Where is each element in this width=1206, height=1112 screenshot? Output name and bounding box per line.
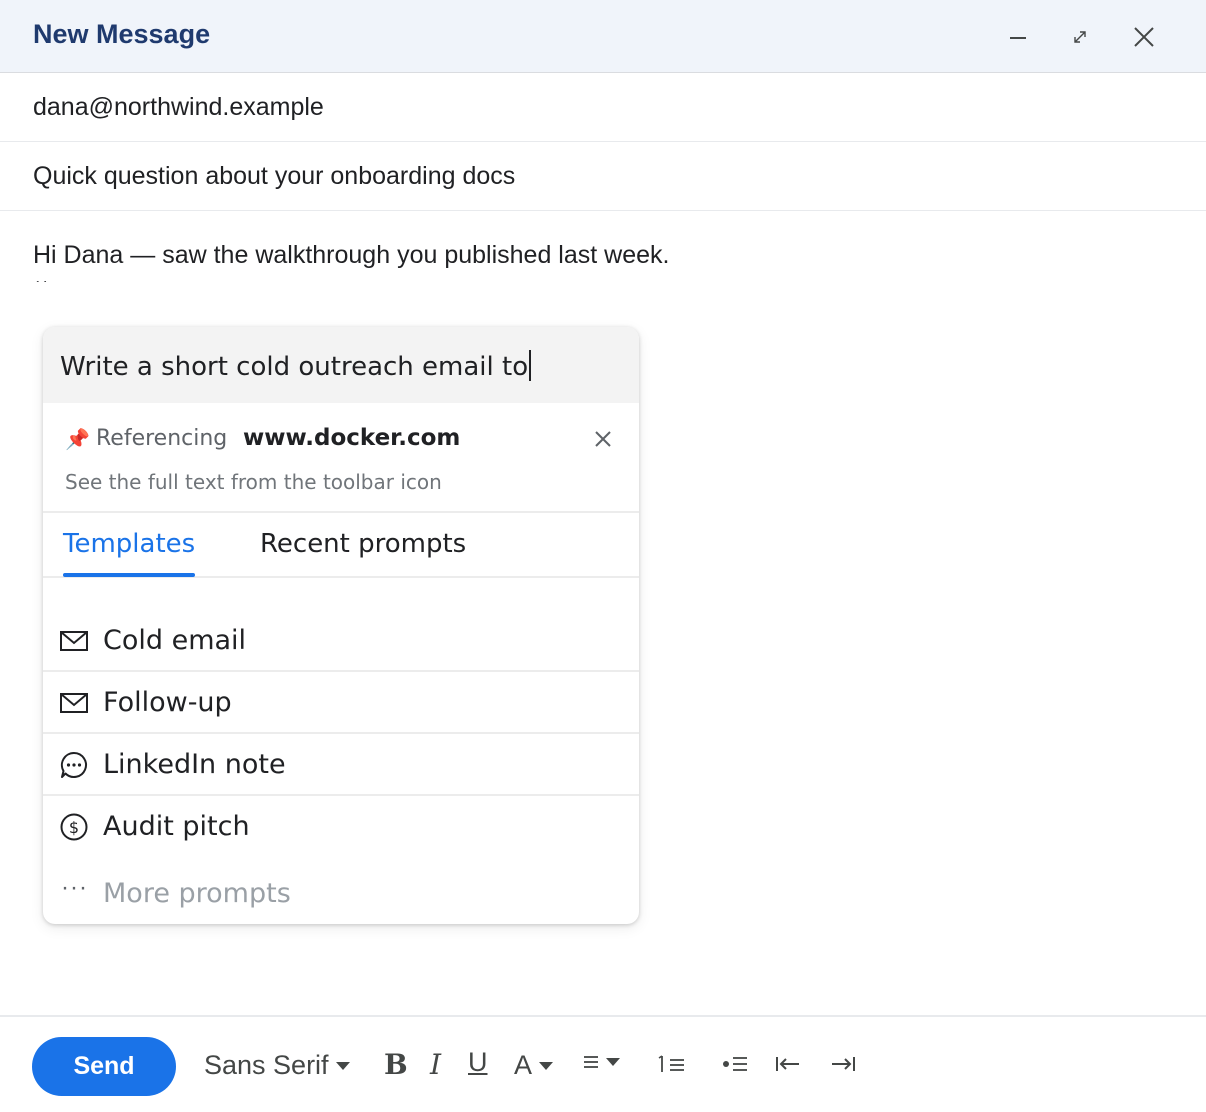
more-prompts-label: More prompts (103, 878, 291, 909)
close-icon (1134, 27, 1154, 47)
svg-text:$: $ (69, 818, 79, 837)
body-line-1[interactable]: Hi Dana — saw the walkthrough you publis… (33, 241, 669, 270)
mail-icon (60, 631, 88, 651)
tab-templates[interactable]: Templates (63, 529, 195, 559)
mail-icon (60, 693, 88, 713)
template-item-audit-pitch[interactable]: $ Audit pitch (43, 796, 639, 858)
body-line-2[interactable]: `` (33, 281, 48, 295)
font-family-select[interactable]: Sans Serif (204, 1050, 350, 1081)
compose-toolbar: Send Sans Serif B I U A (0, 1015, 1206, 1112)
template-item-linkedin-note[interactable]: LinkedIn note (43, 734, 639, 796)
text-caret (529, 350, 532, 381)
align-icon (584, 1056, 598, 1068)
to-value: dana@northwind.example (33, 93, 324, 121)
template-label: Audit pitch (103, 811, 250, 842)
pin-icon: 📌 (65, 429, 90, 451)
template-list: Cold email Follow-up LinkedIn note $ Aud… (43, 610, 639, 858)
prompt-input[interactable]: Write a short cold outreach email to (43, 327, 639, 403)
template-item-follow-up[interactable]: Follow-up (43, 672, 639, 734)
indent-icon (832, 1057, 855, 1071)
minimize-button[interactable] (1001, 20, 1035, 54)
compose-header: New Message (0, 0, 1206, 73)
reference-hint: See the full text from the toolbar icon (65, 470, 442, 494)
bulleted-list-icon (723, 1057, 747, 1071)
text-color-icon: A (514, 1050, 533, 1080)
outdent-button[interactable] (775, 1054, 801, 1074)
template-label: Cold email (103, 625, 247, 656)
expand-button[interactable] (1063, 20, 1097, 54)
chat-bubble-icon (60, 751, 87, 778)
align-button[interactable] (583, 1054, 620, 1070)
expand-icon (1074, 31, 1086, 43)
bulleted-list-button[interactable] (722, 1054, 748, 1074)
prompt-tabs: Templates Recent prompts (43, 513, 639, 578)
close-icon (595, 431, 611, 447)
template-item-cold-email[interactable]: Cold email (43, 610, 639, 672)
ai-prompt-popup: Write a short cold outreach email to 📌 R… (43, 327, 639, 924)
to-field[interactable]: dana@northwind.example (0, 73, 1206, 142)
close-button[interactable] (1127, 20, 1161, 54)
more-dots-icon: ··· (61, 874, 88, 901)
reference-label: Referencing (96, 426, 228, 451)
window-title: New Message (33, 19, 211, 49)
text-color-button[interactable]: A (514, 1050, 554, 1081)
more-prompts-item[interactable]: ··· More prompts (43, 864, 639, 924)
send-button[interactable]: Send (32, 1037, 176, 1096)
reference-panel: 📌 Referencing www.docker.com See the ful… (43, 403, 639, 513)
subject-value: Quick question about your onboarding doc… (33, 162, 516, 190)
dollar-circle-icon: $ (60, 813, 88, 841)
bold-button[interactable]: B (384, 1048, 408, 1081)
prompt-text: Write a short cold outreach email to (60, 352, 529, 382)
italic-button[interactable]: I (430, 1048, 441, 1081)
underline-button[interactable]: U (468, 1047, 488, 1078)
reference-domain: www.docker.com (243, 425, 461, 451)
chevron-down-icon (335, 1061, 350, 1070)
chevron-down-icon (539, 1061, 554, 1070)
font-family-value: Sans Serif (204, 1050, 329, 1080)
numbered-list-icon (658, 1055, 684, 1072)
chevron-down-icon (606, 1058, 620, 1066)
template-label: Follow-up (103, 687, 232, 718)
remove-reference-button[interactable] (589, 425, 617, 453)
indent-button[interactable] (830, 1054, 856, 1074)
numbered-list-button[interactable] (658, 1054, 686, 1076)
active-tab-indicator (63, 573, 195, 577)
outdent-icon (776, 1057, 799, 1071)
minimize-icon (1010, 37, 1026, 39)
template-label: LinkedIn note (103, 749, 286, 780)
subject-field[interactable]: Quick question about your onboarding doc… (0, 142, 1206, 211)
tab-recent-prompts[interactable]: Recent prompts (260, 529, 466, 559)
